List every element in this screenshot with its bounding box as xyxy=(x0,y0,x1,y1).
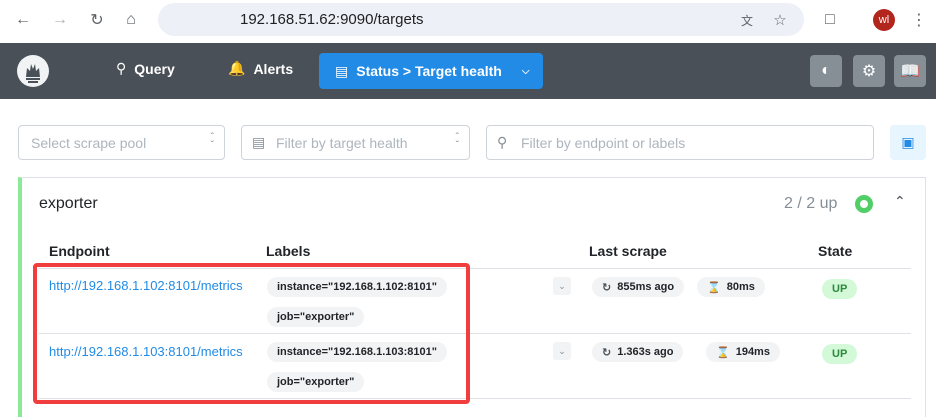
home-icon[interactable]: ⌂ xyxy=(119,8,143,32)
pool-up-count: 2 / 2 up xyxy=(784,195,838,212)
nav-query-label: Query xyxy=(134,60,175,77)
scrape-pool-placeholder: Select scrape pool xyxy=(31,134,147,151)
endpoint-search-input[interactable]: ⚲ Filter by endpoint or labels xyxy=(486,125,874,160)
last-scrape-value: 855ms ago xyxy=(617,281,675,293)
scrape-pool-select[interactable]: Select scrape pool ˆˇ xyxy=(18,125,225,160)
target-health-select[interactable]: ▤ Filter by target health ˆˇ xyxy=(241,125,470,160)
app-navbar: ⚲ Query 🔔 Alerts ▤ Status > Target healt… xyxy=(0,43,936,99)
column-header-state: State xyxy=(818,243,853,259)
state-badge: UP xyxy=(822,279,858,299)
highlight-annotation-box xyxy=(33,263,470,404)
profile-avatar[interactable]: wl xyxy=(873,9,895,31)
theme-toggle-icon[interactable]: ◐ xyxy=(810,55,842,87)
scrape-duration-value: 194ms xyxy=(735,346,770,358)
bell-icon: 🔔 xyxy=(228,60,246,76)
last-scrape-value: 1.363s ago xyxy=(617,346,674,358)
status-menu-label: Status > Target health xyxy=(356,63,502,79)
hourglass-icon: ⌛ xyxy=(716,346,730,359)
nav-query-link[interactable]: ⚲ Query xyxy=(116,60,175,77)
reload-icon[interactable]: ↻ xyxy=(85,8,109,32)
browser-toolbar: ← → ↻ ⌂ 192.168.51.62:9090/targets 文 ☆ □… xyxy=(0,0,936,43)
nav-alerts-link[interactable]: 🔔 Alerts xyxy=(228,60,293,77)
bookmark-star-icon[interactable]: ☆ xyxy=(769,9,791,31)
translate-icon[interactable]: 文 xyxy=(736,9,758,31)
browser-menu-icon[interactable]: ⋮ xyxy=(907,8,931,32)
scrape-duration-badge: ⌛ 80ms xyxy=(697,277,765,297)
collapse-all-button[interactable]: ▣ xyxy=(890,125,926,160)
refresh-icon: ↻ xyxy=(602,346,612,359)
column-header-endpoint: Endpoint xyxy=(49,243,110,259)
hourglass-icon: ⌛ xyxy=(707,281,721,294)
address-bar[interactable]: 192.168.51.62:9090/targets 文 ☆ xyxy=(158,3,804,36)
expand-labels-icon[interactable]: ⌄ xyxy=(553,342,571,360)
status-menu-button[interactable]: ▤ Status > Target health ⌵ xyxy=(319,53,543,89)
scrape-duration-value: 80ms xyxy=(726,281,755,293)
endpoint-search-placeholder: Filter by endpoint or labels xyxy=(521,134,686,151)
search-icon: ⚲ xyxy=(116,60,127,76)
extensions-icon[interactable]: □ xyxy=(818,8,842,32)
select-chevron-icon: ˆˇ xyxy=(210,132,214,151)
state-badge: UP xyxy=(822,344,858,364)
forward-icon[interactable]: → xyxy=(48,8,72,32)
column-header-labels: Labels xyxy=(266,243,311,259)
scrape-duration-badge: ⌛ 194ms xyxy=(706,342,780,362)
pool-name[interactable]: exporter xyxy=(39,195,98,213)
refresh-icon: ↻ xyxy=(602,281,612,294)
prometheus-logo-icon[interactable] xyxy=(17,55,49,87)
last-scrape-badge: ↻ 1.363s ago xyxy=(592,342,684,362)
last-scrape-badge: ↻ 855ms ago xyxy=(592,277,685,297)
target-health-placeholder: Filter by target health xyxy=(276,134,408,151)
column-header-last-scrape: Last scrape xyxy=(589,243,667,259)
chevron-down-icon: ⌵ xyxy=(521,65,530,77)
settings-gear-icon[interactable]: ⚙ xyxy=(853,55,885,87)
search-icon: ⚲ xyxy=(497,134,508,150)
nav-alerts-label: Alerts xyxy=(253,60,294,77)
monitor-icon: ▤ xyxy=(335,62,349,79)
chevron-up-icon[interactable]: ⌃ xyxy=(894,193,906,210)
select-chevron-icon: ˆˇ xyxy=(455,132,459,151)
docs-book-icon[interactable]: 📖 xyxy=(894,55,926,87)
monitor-icon: ▤ xyxy=(252,134,266,150)
url-text[interactable]: 192.168.51.62:9090/targets xyxy=(240,11,424,28)
pool-health-indicator xyxy=(855,195,873,213)
expand-labels-icon[interactable]: ⌄ xyxy=(553,277,571,295)
archive-icon: ▣ xyxy=(901,134,915,150)
back-icon[interactable]: ← xyxy=(11,8,35,32)
